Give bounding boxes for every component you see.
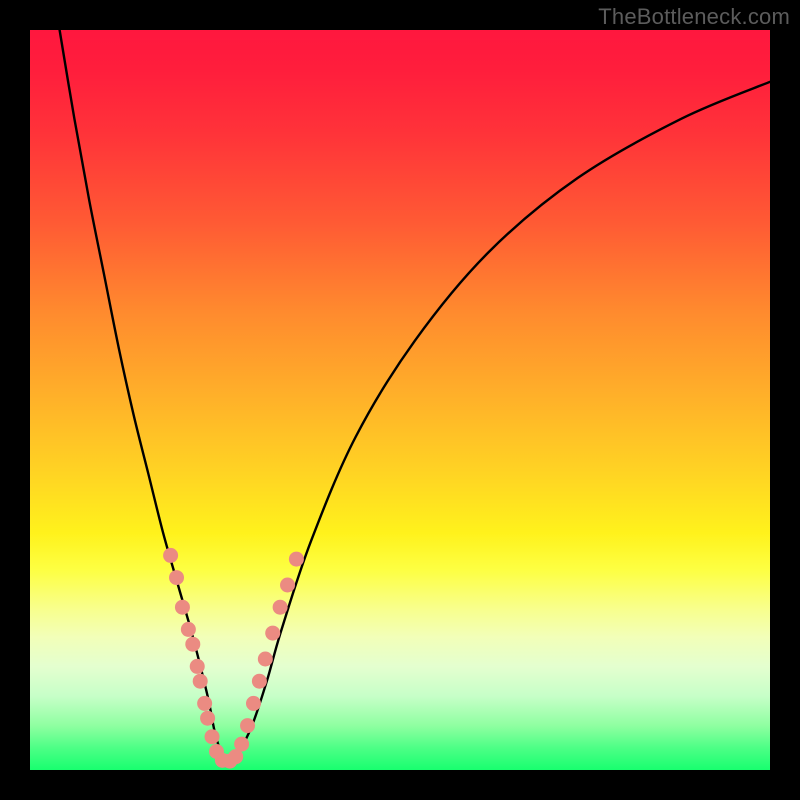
plot-area	[30, 30, 770, 770]
marker-group	[163, 548, 304, 769]
curve-layer	[30, 30, 770, 770]
outer-frame: TheBottleneck.com	[0, 0, 800, 800]
marker-dot	[252, 674, 267, 689]
marker-dot	[175, 600, 190, 615]
marker-dot	[200, 711, 215, 726]
marker-dot	[273, 600, 288, 615]
marker-dot	[181, 622, 196, 637]
marker-dot	[185, 637, 200, 652]
marker-dot	[246, 696, 261, 711]
marker-dot	[163, 548, 178, 563]
marker-dot	[289, 552, 304, 567]
bottleneck-curve	[60, 30, 770, 763]
marker-dot	[280, 578, 295, 593]
marker-dot	[205, 729, 220, 744]
marker-dot	[258, 652, 273, 667]
marker-dot	[169, 570, 184, 585]
watermark-label: TheBottleneck.com	[598, 4, 790, 30]
marker-dot	[197, 696, 212, 711]
marker-dot	[190, 659, 205, 674]
marker-dot	[193, 674, 208, 689]
marker-dot	[234, 737, 249, 752]
marker-dot	[265, 626, 280, 641]
marker-dot	[240, 718, 255, 733]
